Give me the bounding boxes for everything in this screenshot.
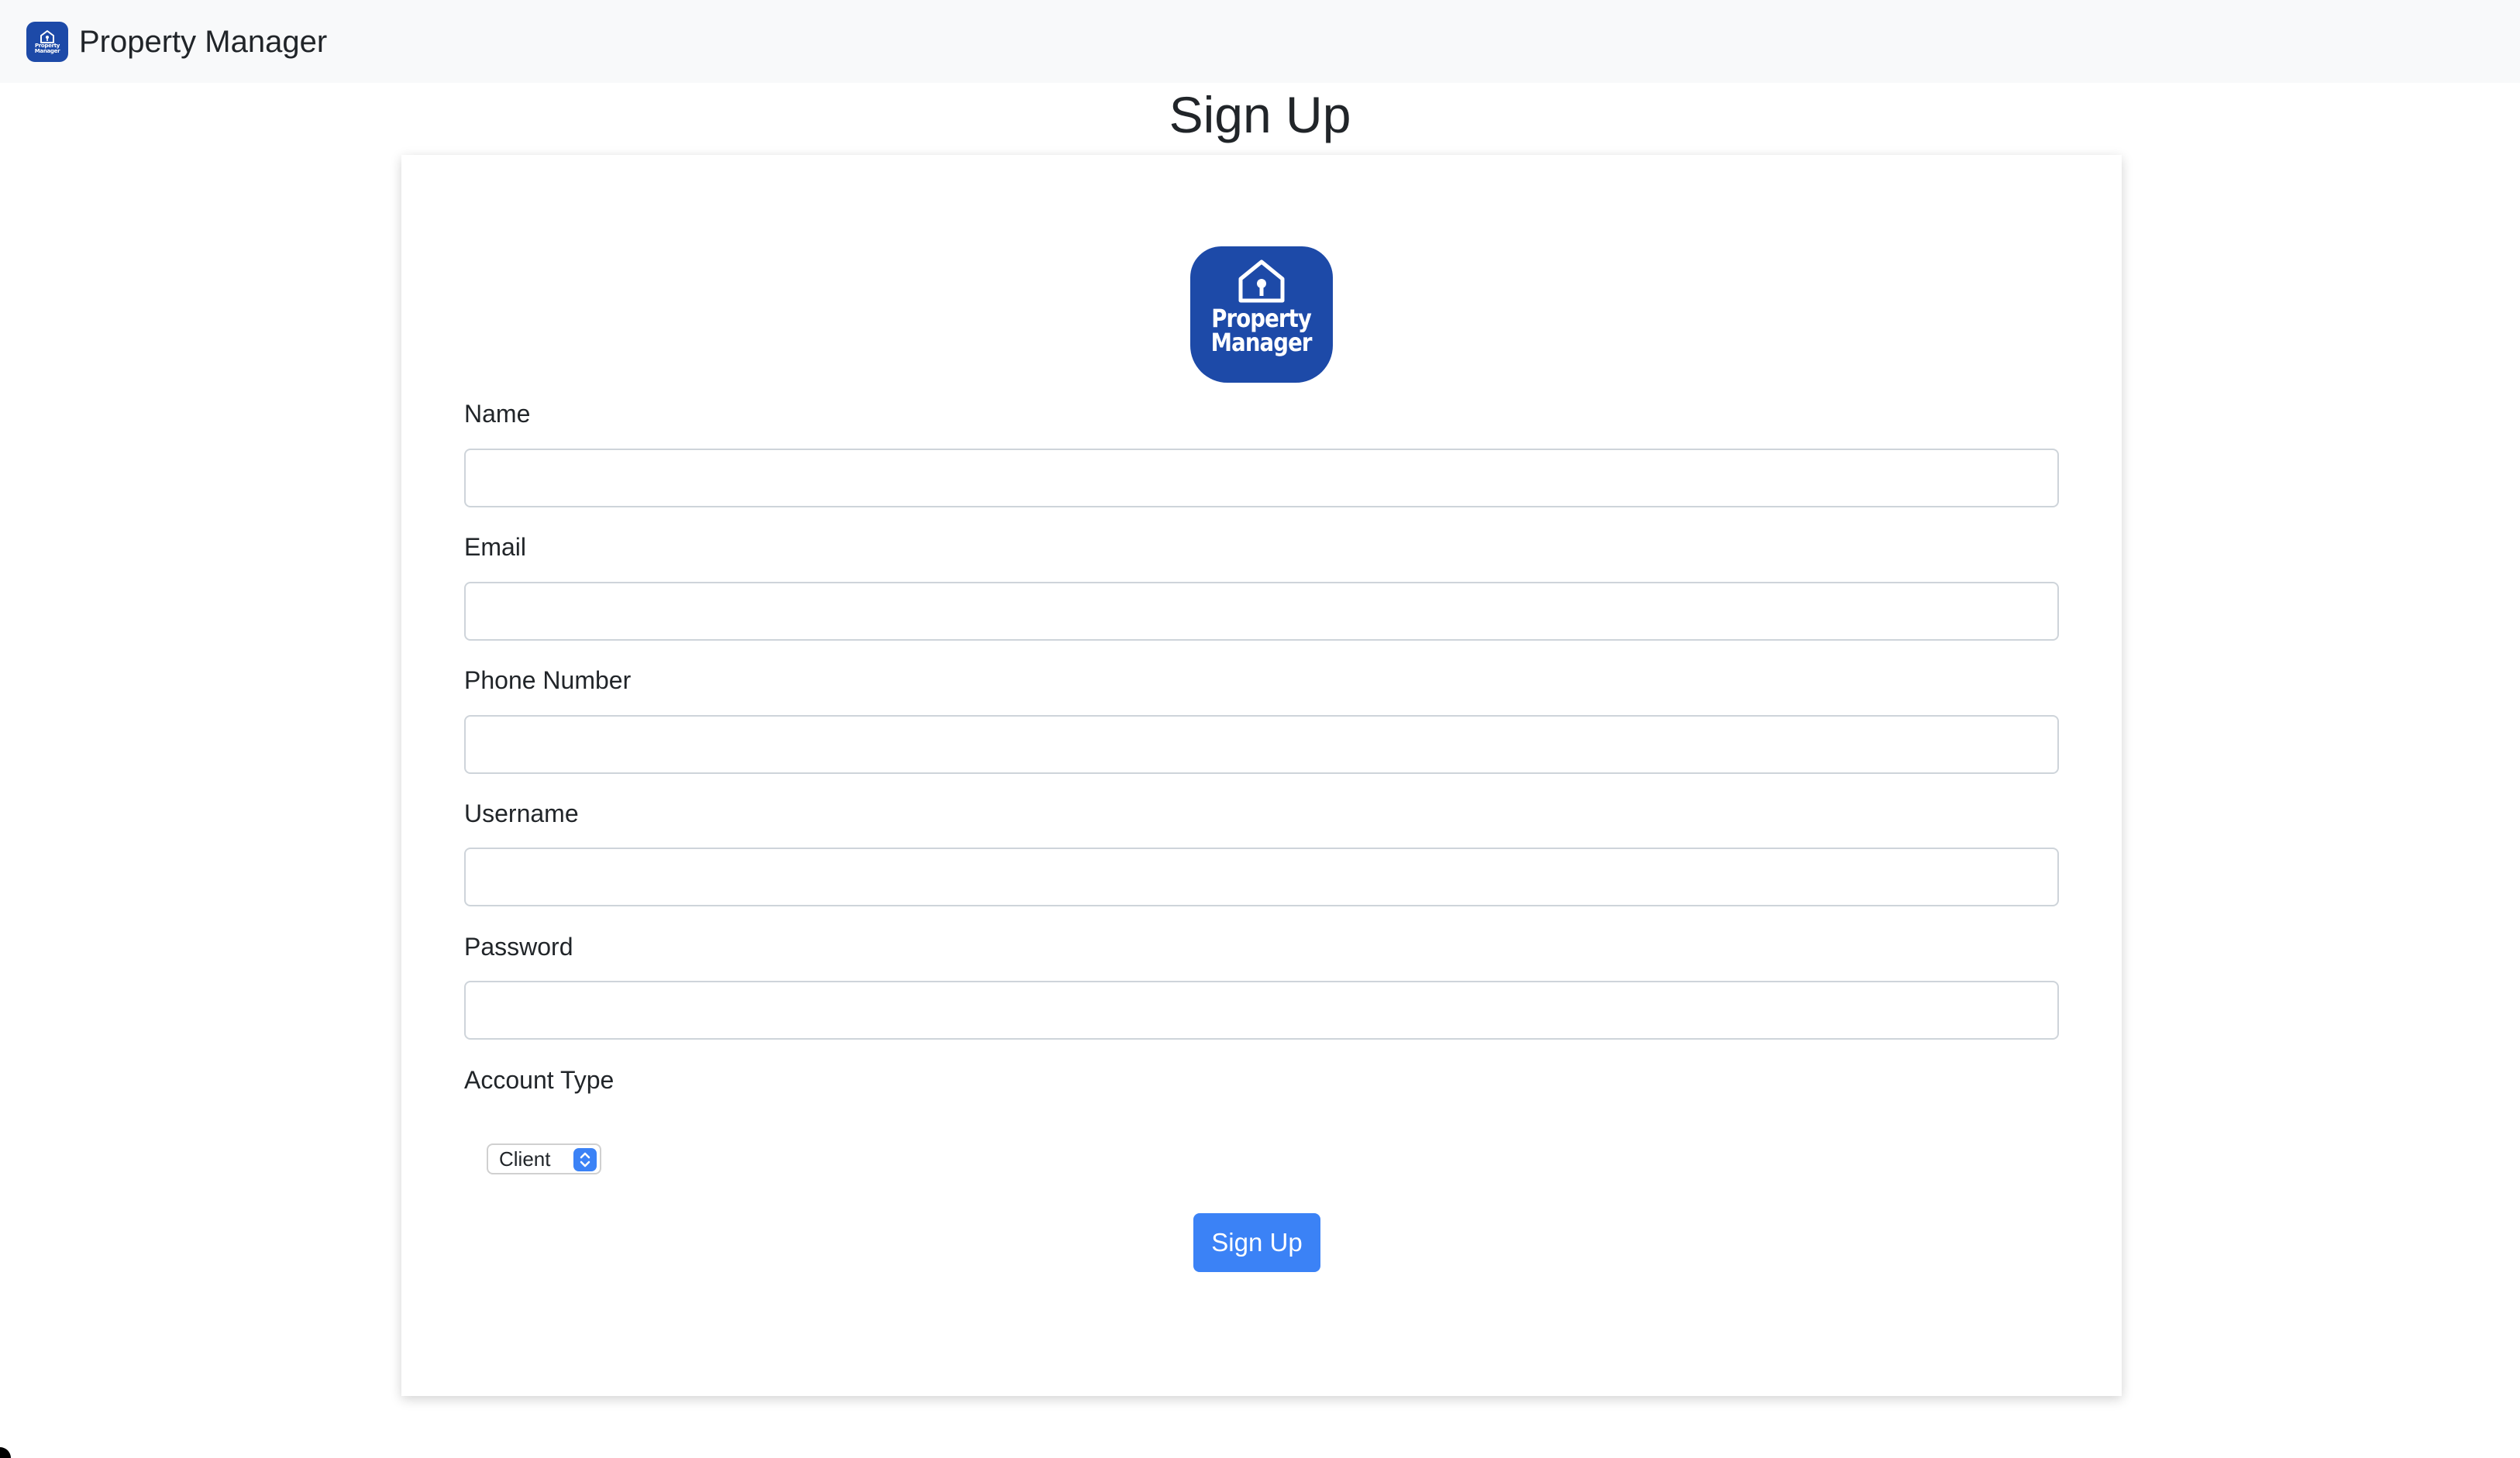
house-keyhole-icon — [1238, 260, 1285, 303]
password-label: Password — [464, 933, 573, 961]
app-logo: Property Manager — [1190, 246, 1333, 383]
password-input[interactable] — [464, 981, 2059, 1040]
name-label: Name — [464, 400, 531, 428]
email-label: Email — [464, 533, 527, 561]
page-title: Sign Up — [1169, 86, 1351, 143]
email-input[interactable] — [464, 582, 2059, 641]
navbar: Property Manager Property Manager — [0, 0, 2520, 83]
sign-up-button[interactable]: Sign Up — [1193, 1213, 1320, 1272]
phone-number-input[interactable] — [464, 715, 2059, 774]
brand-logo-text-line2: Manager — [34, 47, 60, 54]
username-label: Username — [464, 799, 579, 827]
brand-logo[interactable]: Property Manager — [26, 21, 68, 62]
select-updown-icon — [573, 1148, 597, 1171]
house-keyhole-icon — [40, 29, 54, 43]
window-corner — [0, 1447, 11, 1458]
username-input[interactable] — [464, 848, 2059, 906]
account-type-selected-value: Client — [499, 1147, 551, 1171]
app-logo-text: Property Manager — [1210, 306, 1313, 357]
account-type-select[interactable]: Client — [487, 1143, 601, 1174]
phone-number-label: Phone Number — [464, 666, 632, 694]
app-logo-text-line2: Manager — [1210, 328, 1313, 357]
name-input[interactable] — [464, 449, 2059, 507]
signup-card: Property Manager Name Email Phone Number… — [401, 155, 2122, 1396]
brand-name[interactable]: Property Manager — [79, 26, 327, 57]
account-type-label: Account Type — [464, 1066, 615, 1094]
